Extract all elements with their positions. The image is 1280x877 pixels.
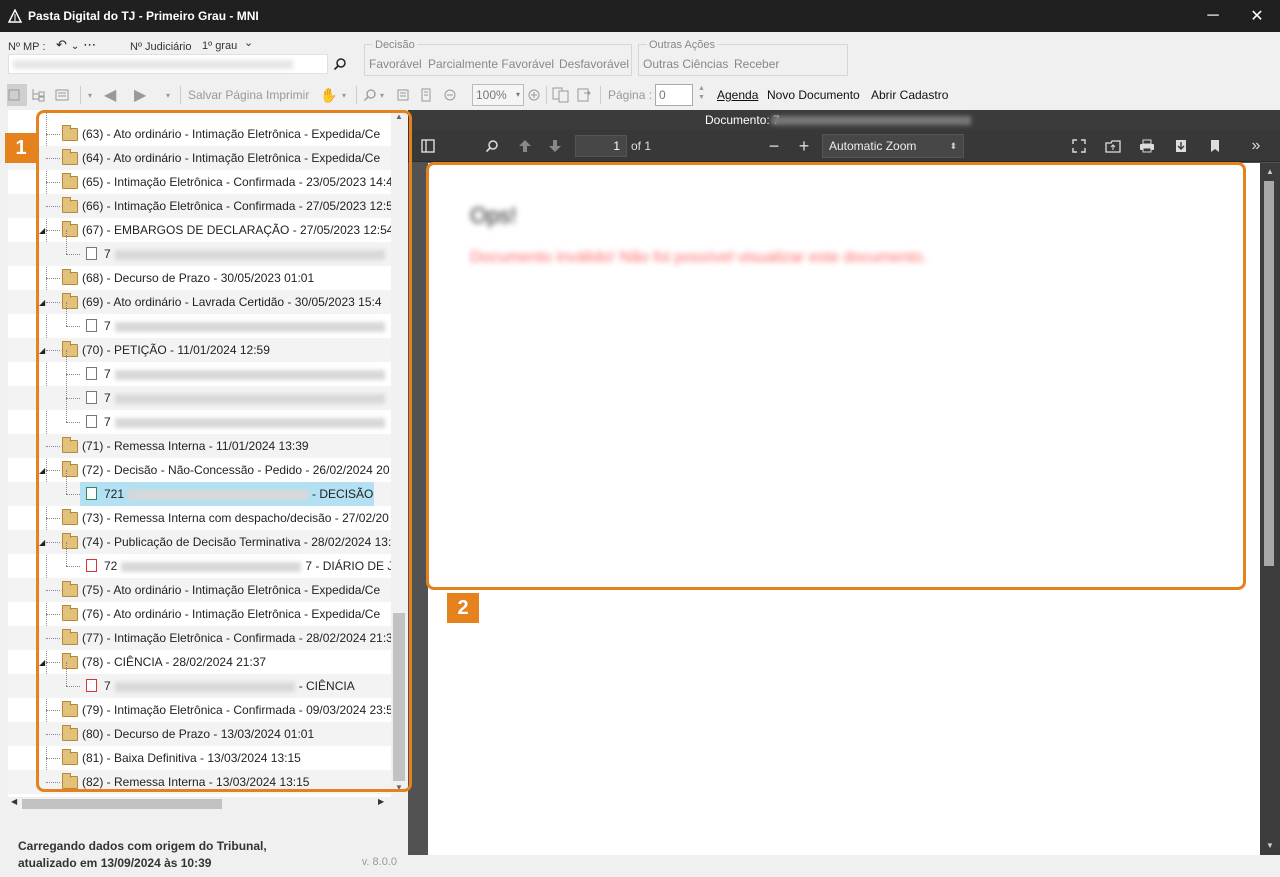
zoom-dropdown-icon[interactable]: ▾ [380,84,384,106]
bookmark-icon[interactable] [1205,136,1225,156]
download-icon[interactable] [1171,136,1191,156]
agenda-button[interactable]: Agenda [717,84,758,106]
pdf-zoom-value: Automatic Zoom [829,139,917,153]
chevron-down-icon: ▾ [515,90,520,99]
updown-icon: ⬍ [949,141,957,151]
other-sciences-button[interactable]: Outras Ciências [643,57,728,71]
document-type-suffix: - DECISÃO [312,487,374,501]
document-id-redacted [771,116,971,125]
minimize-button[interactable]: ─ [1190,0,1236,32]
scroll-down-icon[interactable]: ▼ [1260,841,1280,850]
fit-width-icon[interactable] [419,84,433,106]
pages-icon[interactable] [552,84,570,106]
close-button[interactable]: ✕ [1234,0,1280,32]
zoom-select[interactable]: 100% ▾ [472,84,524,106]
decision-group-label: Decisão [373,39,417,51]
document-id-prefix: 721 [104,487,125,501]
judicial-value[interactable]: 1º grau [202,40,237,52]
callout-number-2: 2 [447,593,479,623]
open-register-button[interactable]: Abrir Cadastro [871,84,948,106]
bottom-strip [408,855,1280,877]
pdf-toolbar: 1 of 1 − + Automatic Zoom ⬍ » [408,130,1280,162]
viewer-vertical-scrollbar[interactable]: ▲ ▼ [1260,163,1280,855]
title-bar: Pasta Digital do TJ - Primeiro Grau - MN… [0,0,1280,32]
scrollbar-thumb[interactable] [1264,181,1274,566]
print-icon[interactable] [1137,136,1157,156]
callout-number-1: 1 [5,133,37,163]
callout-box-1 [36,110,412,792]
search-icon[interactable] [330,54,350,74]
export-icon[interactable] [576,84,592,106]
status-line-1: Carregando dados com origem do Tribunal, [18,839,267,853]
judicial-dropdown-icon[interactable]: ⌄ [244,36,253,49]
scroll-up-icon[interactable]: ▲ [1260,167,1280,176]
callout-box-2 [426,162,1246,590]
page-label: Página : [608,88,653,102]
zoom-in-icon[interactable] [527,84,541,106]
status-text: Carregando dados com origem do Tribunal,… [18,838,267,872]
redacted-text [128,489,309,500]
other-actions-group: Outras Ações Outras Ciências Receber [638,39,848,76]
tools-menu-icon[interactable]: » [1246,136,1266,156]
document-icon [86,487,97,500]
pdf-page-count: of 1 [631,139,652,153]
status-panel: Carregando dados com origem do Tribunal,… [8,811,407,877]
next-page-icon[interactable] [545,136,565,156]
zoom-tool-icon[interactable] [363,84,377,106]
pdf-zoom-in-icon[interactable]: + [794,136,814,156]
pdf-zoom-select[interactable]: Automatic Zoom ⬍ [822,134,964,158]
hierarchy-icon[interactable] [30,84,46,106]
open-file-icon[interactable] [1103,136,1123,156]
page-input[interactable]: 0 [655,84,693,106]
scroll-right-icon[interactable]: ▶ [378,797,384,806]
print-button[interactable]: Imprimir [266,84,309,106]
tree-view-icon[interactable] [7,84,27,106]
tree-item-label: 721 - DECISÃO [104,487,373,501]
favorable-button[interactable]: Favorável [369,57,422,71]
other-actions-label: Outras Ações [647,39,718,51]
undo-icon[interactable]: ↶ [56,37,71,52]
tree-horizontal-scrollbar[interactable]: ◀ ▶ [8,797,391,811]
new-document-button[interactable]: Novo Documento [767,84,860,106]
receive-button[interactable]: Receber [734,57,779,71]
toolbar: ▾ ◀ ▶ ▾ Salvar Página Imprimir ✋ ▾ ▾ 100… [0,82,1280,108]
mp-input[interactable] [8,54,328,74]
more-icon[interactable]: ⋯ [83,37,100,52]
zoom-out-icon[interactable] [443,84,457,106]
decision-group: Decisão Favorável Parcialmente Favorável… [364,39,632,76]
partially-favorable-button[interactable]: Parcialmente Favorável [428,57,554,71]
judicial-label: Nº Judiciário [130,41,192,53]
fullscreen-icon[interactable] [1069,136,1089,156]
save-page-button[interactable]: Salvar Página [188,84,263,106]
previous-icon[interactable]: ◀ [104,84,116,106]
document-label: Documento: 7 [705,113,780,127]
scroll-left-icon[interactable]: ◀ [11,797,17,806]
fit-page-icon[interactable] [396,84,410,106]
status-line-2: atualizado em 13/09/2024 às 10:39 [18,856,212,870]
hand-dropdown-icon[interactable]: ▾ [342,84,346,106]
chevron-down-icon[interactable]: ⌄ [71,41,83,52]
pdf-zoom-out-icon[interactable]: − [764,136,784,156]
scrollbar-thumb[interactable] [22,799,222,809]
window-title: Pasta Digital do TJ - Primeiro Grau - MN… [28,9,259,23]
version-label: v. 8.0.0 [361,856,397,868]
pdf-search-icon[interactable] [482,136,502,156]
sidebar-toggle-icon[interactable] [418,136,438,156]
app-logo-icon [7,8,23,23]
next-icon[interactable]: ▶ [134,84,146,106]
nav-dropdown-icon[interactable]: ▾ [88,84,92,106]
page-stepper-icon[interactable]: ▲ ▼ [698,84,705,106]
pdf-page-input[interactable]: 1 [575,135,627,157]
previous-page-icon[interactable] [515,136,535,156]
nav-dropdown2-icon[interactable]: ▾ [166,84,170,106]
hand-tool-icon[interactable]: ✋ [320,84,337,106]
mp-actions: ↶⌄⋯ [56,37,100,53]
list-icon[interactable] [54,84,70,106]
document-header: Documento: 7 [408,110,1280,130]
unfavorable-button[interactable]: Desfavorável [559,57,629,71]
zoom-value: 100% [476,88,507,102]
mp-label: Nº MP : [8,41,46,53]
